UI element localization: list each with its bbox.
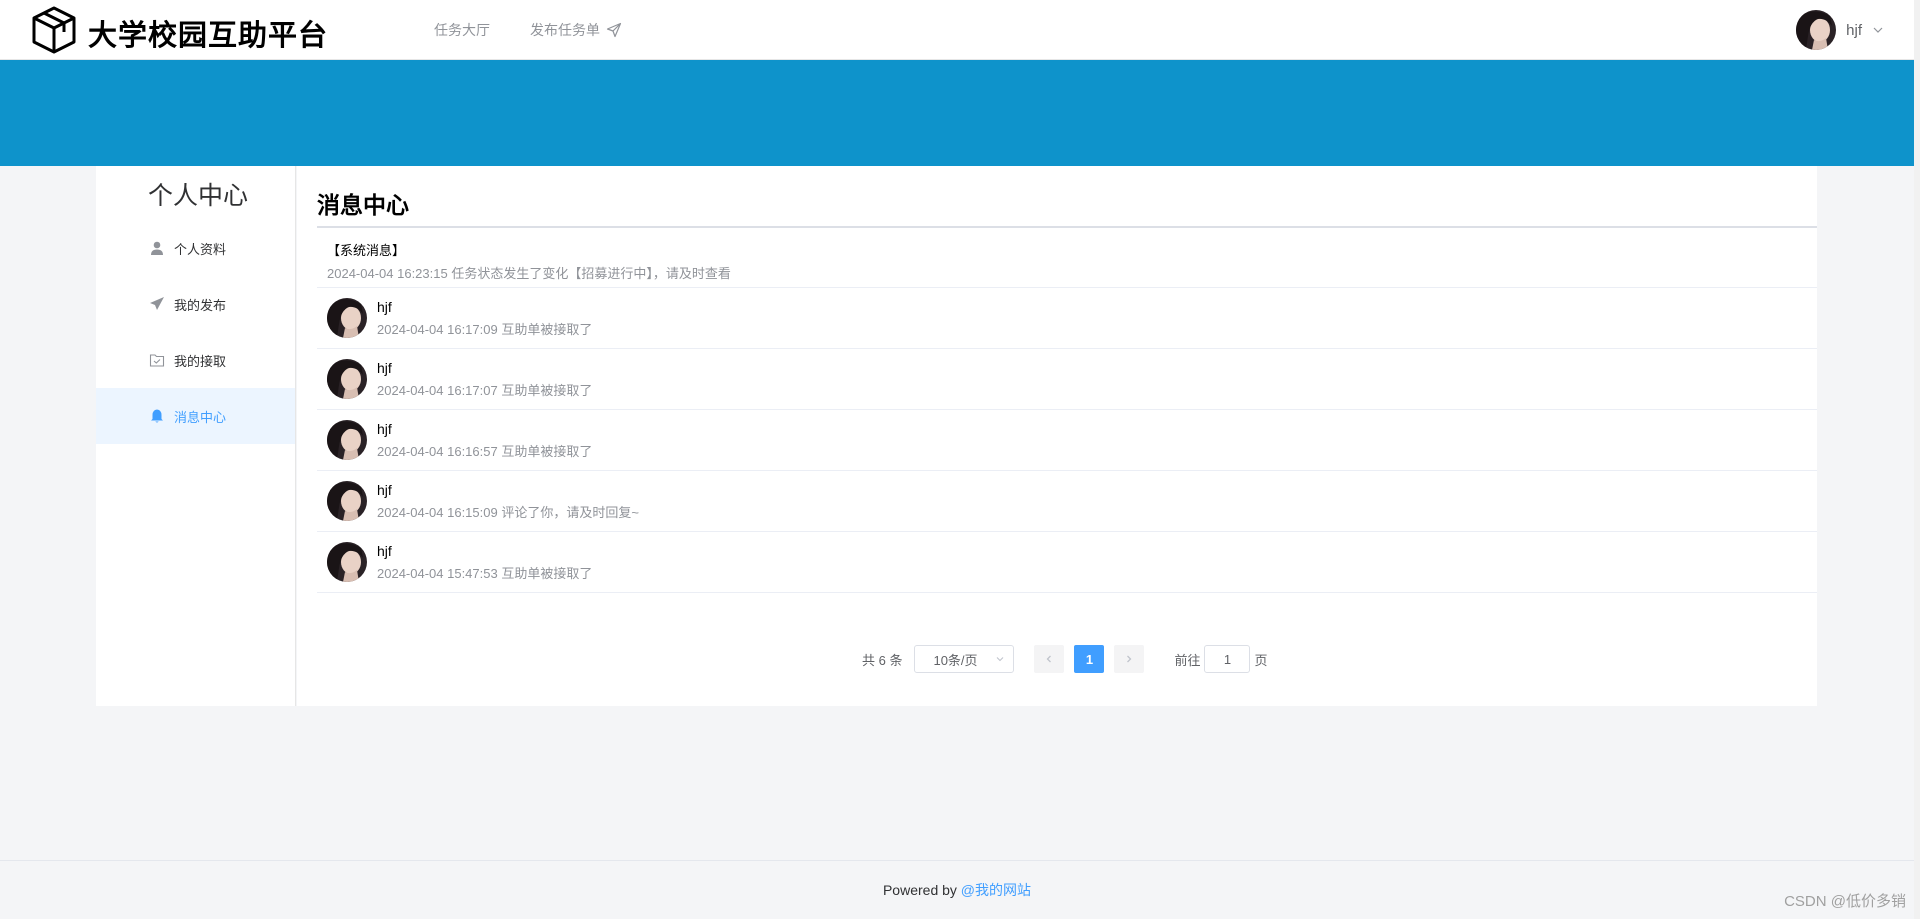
pagination: 共 6 条 10条/页 1 前往 页 <box>862 645 1268 673</box>
sender-avatar <box>327 420 367 460</box>
sidebar-item-my-posts[interactable]: 我的发布 <box>96 276 295 332</box>
footer-site-link[interactable]: @我的网站 <box>961 882 1031 898</box>
sender-avatar <box>327 542 367 582</box>
page-size-value: 10条/页 <box>933 652 978 668</box>
list-item[interactable]: hjf 2024-04-04 16:17:07 互助单被接取了 <box>317 349 1817 410</box>
sender-avatar <box>327 359 367 399</box>
list-item[interactable]: hjf 2024-04-04 16:15:09 评论了你，请及时回复~ <box>317 471 1817 532</box>
message-content: 2024-04-04 15:47:53 互助单被接取了 <box>377 566 593 581</box>
sidebar-item-profile[interactable]: 个人资料 <box>96 220 295 276</box>
message-center-panel: 消息中心 【系统消息】 2024-04-04 16:23:15 任务状态发生了变… <box>297 166 1817 706</box>
checked-folder-icon <box>149 354 165 367</box>
sender-name: hjf <box>377 299 392 315</box>
cube-logo-icon <box>32 6 76 54</box>
sender-name: hjf <box>377 360 392 376</box>
sidebar-item-label: 个人资料 <box>174 241 227 257</box>
sidebar-item-label: 我的发布 <box>174 297 227 313</box>
message-content: 2024-04-04 16:16:57 互助单被接取了 <box>377 444 593 459</box>
system-message-title: 【系统消息】 <box>327 243 406 258</box>
message-content: 2024-04-04 16:15:09 评论了你，请及时回复~ <box>377 505 639 520</box>
bell-icon <box>151 409 163 423</box>
message-content: 2024-04-04 16:17:09 互助单被接取了 <box>377 322 593 337</box>
list-item[interactable]: hjf 2024-04-04 15:47:53 互助单被接取了 <box>317 532 1817 593</box>
sidebar-item-label: 消息中心 <box>174 409 227 425</box>
chevron-down-icon <box>997 657 1004 662</box>
send-icon <box>150 297 164 310</box>
page-size-select[interactable]: 10条/页 <box>914 645 1015 673</box>
user-icon <box>151 241 163 255</box>
page-jumper: 前往 页 <box>1174 645 1268 673</box>
sender-avatar <box>327 481 367 521</box>
footer-powered-by: Powered by <box>882 882 961 898</box>
sidebar: 个人中心 个人资料 我的发布 我的接取 消息中心 <box>96 166 296 706</box>
sidebar-title: 个人中心 <box>148 182 249 210</box>
sidebar-item-label: 我的接取 <box>174 353 227 369</box>
top-header: 大学校园互助平台 任务大厅 发布任务单 hjf <box>0 0 1914 60</box>
pagination-total: 共 6 条 <box>862 652 903 668</box>
chevron-right-icon <box>1127 655 1132 663</box>
user-avatar <box>1796 10 1837 50</box>
user-name: hjf <box>1846 21 1862 39</box>
sender-avatar <box>327 298 367 338</box>
footer: Powered by @我的网站 <box>0 860 1914 919</box>
sidebar-item-my-accepted[interactable]: 我的接取 <box>96 332 295 388</box>
system-message-body: 2024-04-04 16:23:15 任务状态发生了变化【招募进行中】，请及时… <box>327 266 731 281</box>
chevron-left-icon <box>1047 655 1052 663</box>
page-scrollbar[interactable] <box>1914 0 1920 919</box>
sender-name: hjf <box>377 421 392 437</box>
user-menu[interactable]: hjf <box>1796 10 1884 50</box>
main-nav: 任务大厅 发布任务单 <box>414 0 642 60</box>
jump-suffix: 页 <box>1254 652 1268 668</box>
jump-prefix: 前往 <box>1174 652 1201 668</box>
sidebar-item-messages[interactable]: 消息中心 <box>96 388 295 444</box>
sender-name: hjf <box>377 543 392 559</box>
page-title: 消息中心 <box>317 192 409 218</box>
site-brand[interactable]: 大学校园互助平台 <box>88 12 328 54</box>
paper-plane-icon <box>606 22 622 38</box>
hero-banner <box>0 60 1914 166</box>
message-content: 2024-04-04 16:17:07 互助单被接取了 <box>377 383 593 398</box>
nav-publish-task-label: 发布任务单 <box>530 22 600 38</box>
csdn-watermark: CSDN @低价多销 <box>1784 893 1906 910</box>
sidebar-menu: 个人资料 我的发布 我的接取 消息中心 <box>96 220 295 444</box>
next-page-button[interactable] <box>1114 645 1145 673</box>
message-list: 【系统消息】 2024-04-04 16:23:15 任务状态发生了变化【招募进… <box>317 228 1817 593</box>
chevron-down-icon <box>1873 27 1883 33</box>
system-message-item[interactable]: 【系统消息】 2024-04-04 16:23:15 任务状态发生了变化【招募进… <box>317 228 1817 288</box>
nav-publish-task[interactable]: 发布任务单 <box>510 0 642 60</box>
nav-task-hall[interactable]: 任务大厅 <box>414 0 510 60</box>
list-item[interactable]: hjf 2024-04-04 16:16:57 互助单被接取了 <box>317 410 1817 471</box>
sender-name: hjf <box>377 482 392 498</box>
page-number-current[interactable]: 1 <box>1074 645 1105 673</box>
jump-page-input[interactable] <box>1204 645 1251 673</box>
prev-page-button[interactable] <box>1034 645 1065 673</box>
nav-task-hall-label: 任务大厅 <box>434 22 490 38</box>
list-item[interactable]: hjf 2024-04-04 16:17:09 互助单被接取了 <box>317 288 1817 349</box>
